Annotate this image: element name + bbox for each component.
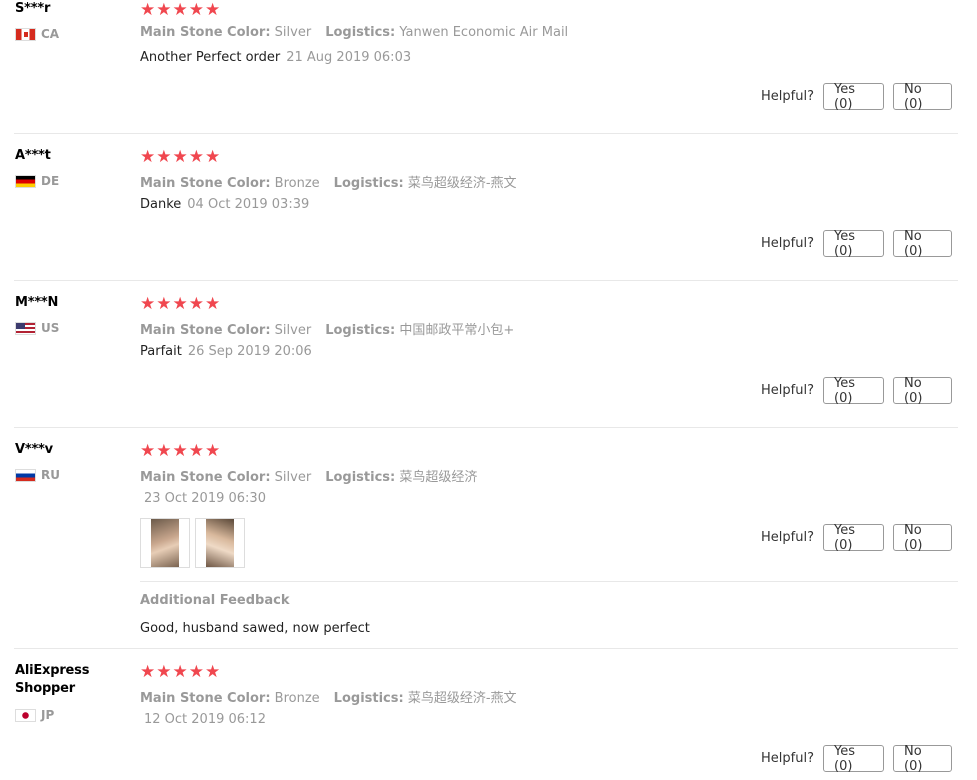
reviewer-country: RU [15, 468, 60, 482]
reviewer-country: DE [15, 174, 59, 188]
review-date: 26 Sep 2019 20:06 [187, 344, 312, 359]
rating-stars: ★★★★★ [140, 662, 222, 682]
review-attributes: Main Stone Color: Bronze Logistics: 菜鸟超级经… [140, 687, 517, 706]
logistics-label: Logistics: [333, 176, 404, 191]
stone-color-label: Main Stone Color: [140, 323, 271, 338]
rating-stars: ★★★★★ [140, 0, 222, 20]
review-date: 21 Aug 2019 06:03 [286, 50, 412, 65]
helpful-controls: Helpful? Yes (0) No (0) [761, 82, 952, 112]
germany-flag-icon [15, 174, 36, 188]
reviewer-name-line1: AliExpress [15, 663, 90, 678]
stone-color-label: Main Stone Color: [140, 176, 271, 191]
helpful-no-button[interactable]: No (0) [893, 229, 952, 259]
review-attributes: Main Stone Color: Silver Logistics: 中国邮政平… [140, 319, 514, 338]
reviewer-name: S***r [15, 1, 51, 16]
logistics-value: Yanwen Economic Air Mail [399, 25, 569, 40]
russia-flag-icon [15, 468, 36, 482]
logistics-value: 菜鸟超级经济-燕文 [407, 176, 517, 191]
divider [14, 427, 958, 428]
logistics-value: 菜鸟超级经济-燕文 [407, 691, 517, 706]
reviewer-name: AliExpress Shopper [15, 662, 89, 698]
helpful-yes-button[interactable]: Yes (0) [823, 376, 884, 406]
logistics-label: Logistics: [325, 323, 396, 338]
reviewer-name: M***N [15, 295, 59, 310]
helpful-controls: Helpful? Yes (0) No (0) [761, 376, 952, 406]
review-attributes: Main Stone Color: Bronze Logistics: 菜鸟超级经… [140, 172, 517, 191]
stone-color-label: Main Stone Color: [140, 691, 271, 706]
helpful-yes-button[interactable]: Yes (0) [823, 229, 884, 259]
helpful-label: Helpful? [761, 236, 814, 251]
additional-feedback-text: Good, husband sawed, now perfect [140, 621, 370, 636]
japan-flag-icon [15, 708, 36, 722]
rating-stars: ★★★★★ [140, 147, 222, 167]
review-date: 23 Oct 2019 06:30 [144, 491, 266, 506]
review-comment: Parfait 26 Sep 2019 20:06 [140, 344, 312, 359]
country-code: DE [41, 174, 60, 188]
reviewer-name: A***t [15, 148, 51, 163]
helpful-label: Helpful? [761, 383, 814, 398]
stone-color-value: Bronze [274, 176, 320, 191]
helpful-controls: Helpful? Yes (0) No (0) [761, 523, 952, 553]
divider [14, 648, 958, 649]
review-item: AliExpress Shopper JP ★★★★★ Main Stone C… [0, 662, 958, 780]
helpful-no-button[interactable]: No (0) [893, 744, 952, 774]
stone-color-value: Bronze [274, 691, 320, 706]
rating-stars: ★★★★★ [140, 294, 222, 314]
review-text: Another Perfect order [140, 50, 281, 65]
country-code: US [41, 321, 60, 335]
divider [14, 133, 958, 134]
stone-color-label: Main Stone Color: [140, 470, 271, 485]
logistics-value: 菜鸟超级经济 [399, 470, 478, 485]
review-photo-thumbnail[interactable] [140, 518, 190, 568]
logistics-label: Logistics: [325, 470, 396, 485]
review-item: A***t DE ★★★★★ Main Stone Color: Bronze L… [0, 147, 958, 281]
review-comment: Danke 04 Oct 2019 03:39 [140, 197, 309, 212]
helpful-yes-button[interactable]: Yes (0) [823, 523, 884, 553]
helpful-label: Helpful? [761, 751, 814, 766]
additional-feedback-title: Additional Feedback [140, 593, 290, 608]
stone-color-label: Main Stone Color: [140, 25, 271, 40]
logistics-value: 中国邮政平常小包+ [399, 323, 515, 338]
rating-stars: ★★★★★ [140, 441, 222, 461]
review-date: 04 Oct 2019 03:39 [187, 197, 310, 212]
helpful-no-button[interactable]: No (0) [893, 376, 952, 406]
review-item: M***N US ★★★★★ Main Stone Color: Silver L… [0, 294, 958, 428]
helpful-no-button[interactable]: No (0) [893, 82, 952, 112]
country-code: CA [41, 27, 60, 41]
country-code: RU [41, 468, 60, 482]
helpful-yes-button[interactable]: Yes (0) [823, 82, 884, 112]
helpful-label: Helpful? [761, 530, 814, 545]
review-attributes: Main Stone Color: Silver Logistics: Yanwe… [140, 25, 568, 40]
divider [14, 280, 958, 281]
review-date: 12 Oct 2019 06:12 [144, 712, 266, 727]
reviewer-name: V***v [15, 442, 53, 457]
country-code: JP [41, 708, 55, 722]
logistics-label: Logistics: [333, 691, 404, 706]
helpful-yes-button[interactable]: Yes (0) [823, 744, 884, 774]
divider [140, 581, 958, 582]
reviewer-country: US [15, 321, 59, 335]
review-attributes: Main Stone Color: Silver Logistics: 菜鸟超级经… [140, 466, 477, 485]
review-item: V***v RU ★★★★★ Main Stone Color: Silver L… [0, 441, 958, 649]
helpful-controls: Helpful? Yes (0) No (0) [761, 229, 952, 259]
logistics-label: Logistics: [325, 25, 396, 40]
reviewer-country: JP [15, 708, 54, 722]
reviewer-name-line2: Shopper [15, 681, 75, 696]
stone-color-value: Silver [274, 323, 312, 338]
helpful-label: Helpful? [761, 89, 814, 104]
stone-color-value: Silver [274, 470, 312, 485]
review-comment: Another Perfect order 21 Aug 2019 06:03 [140, 50, 411, 65]
review-text: Danke [140, 197, 182, 212]
helpful-controls: Helpful? Yes (0) No (0) [761, 744, 952, 774]
review-item: S***r CA ★★★★★ Main Stone Color: Silver L… [0, 0, 958, 134]
canada-flag-icon [15, 27, 36, 41]
stone-color-value: Silver [274, 25, 312, 40]
usa-flag-icon [15, 321, 36, 335]
hand-ring-photo [151, 519, 179, 567]
review-text: Parfait [140, 344, 182, 359]
hand-ring-photo [206, 519, 234, 567]
helpful-no-button[interactable]: No (0) [893, 523, 952, 553]
review-photo-thumbnail[interactable] [195, 518, 245, 568]
reviewer-country: CA [15, 27, 59, 41]
